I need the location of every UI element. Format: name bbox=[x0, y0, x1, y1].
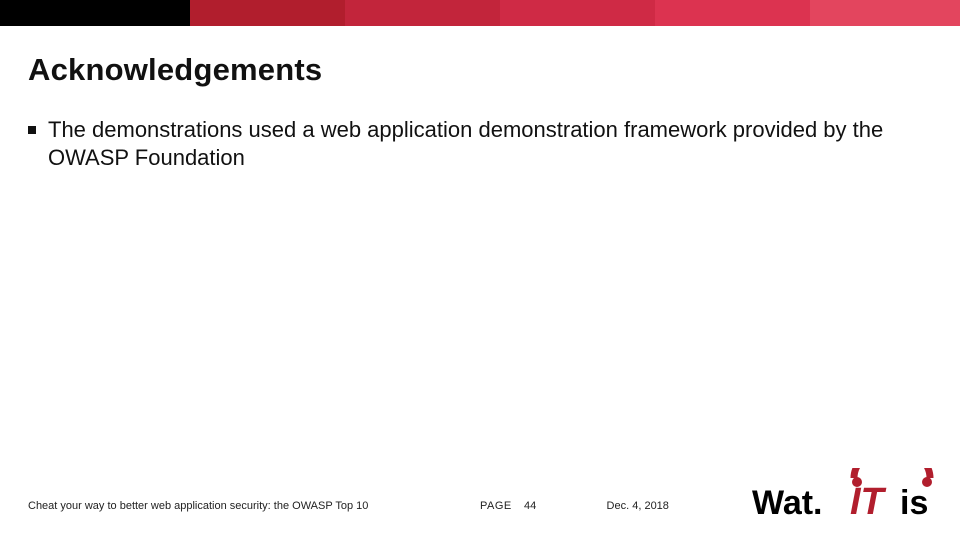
footer-title: Cheat your way to better web application… bbox=[28, 500, 480, 512]
logo-arc-icon bbox=[854, 468, 930, 478]
bullet-marker-icon bbox=[28, 126, 36, 134]
stripe-segment-5 bbox=[810, 0, 960, 26]
bullet-item: The demonstrations used a web applicatio… bbox=[28, 116, 932, 172]
logo-text-red: IT bbox=[850, 481, 887, 523]
logo-text-suffix: is bbox=[900, 484, 928, 522]
footer-page-label: PAGE bbox=[480, 500, 512, 512]
slide-title: Acknowledgements bbox=[28, 52, 322, 88]
stripe-segment-3 bbox=[500, 0, 655, 26]
logo-text-prefix: Wat. bbox=[752, 484, 823, 522]
footer-date: Dec. 4, 2018 bbox=[607, 500, 734, 512]
stripe-segment-black bbox=[0, 0, 190, 26]
stripe-segment-4 bbox=[655, 0, 810, 26]
brand-logo: Wat. IT is bbox=[750, 468, 950, 526]
footer-page: PAGE 44 bbox=[480, 500, 607, 512]
stripe-segment-2 bbox=[345, 0, 500, 26]
slide-body: The demonstrations used a web applicatio… bbox=[28, 116, 932, 172]
header-stripe bbox=[0, 0, 960, 26]
footer-page-number: 44 bbox=[524, 500, 536, 512]
stripe-segment-1 bbox=[190, 0, 345, 26]
bullet-text: The demonstrations used a web applicatio… bbox=[48, 116, 932, 172]
